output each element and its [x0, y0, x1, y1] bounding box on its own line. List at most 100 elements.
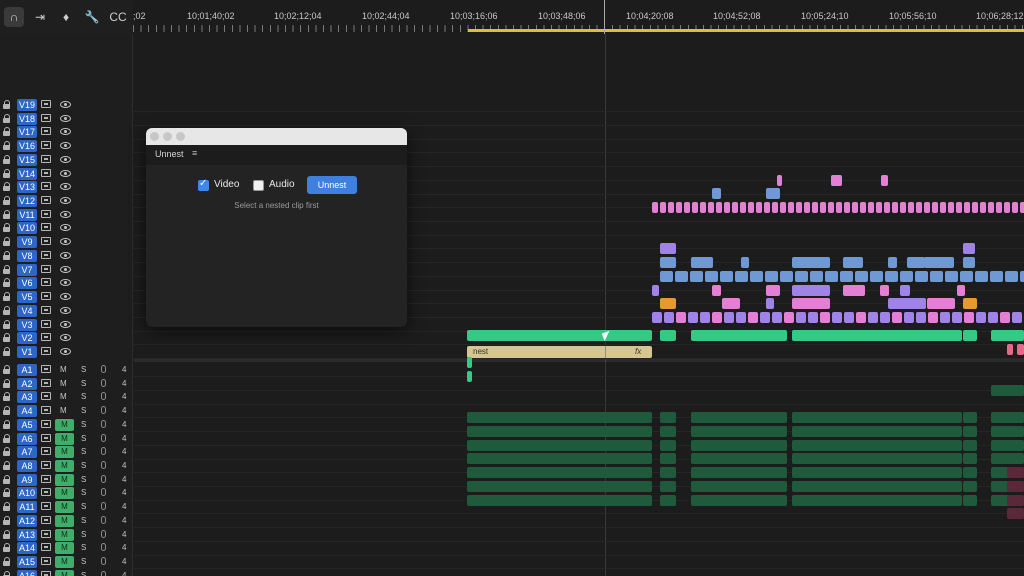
microphone-icon[interactable] — [101, 488, 106, 497]
timeline-clip[interactable] — [660, 467, 676, 479]
timeline-clip[interactable] — [748, 202, 754, 214]
timeline-clip[interactable] — [691, 257, 713, 269]
timeline-clip[interactable] — [870, 270, 883, 282]
timeline-clip[interactable] — [843, 284, 865, 296]
timeline-clip[interactable] — [1007, 343, 1013, 355]
timeline-clip[interactable] — [676, 311, 686, 323]
timeline-clip[interactable] — [792, 494, 962, 506]
lock-icon[interactable] — [3, 474, 11, 484]
eye-icon[interactable] — [60, 306, 71, 314]
lock-icon[interactable] — [3, 570, 11, 576]
track-target-label[interactable]: A4 — [17, 405, 37, 418]
track-target-label[interactable]: V19 — [17, 99, 37, 111]
sync-lock-icon[interactable] — [41, 292, 51, 301]
track-target-label[interactable]: A8 — [17, 460, 37, 473]
eye-icon[interactable] — [60, 155, 71, 163]
sync-lock-icon[interactable] — [41, 237, 51, 246]
timeline-clip[interactable] — [467, 357, 472, 369]
timeline-clip[interactable] — [876, 202, 882, 214]
lock-icon[interactable] — [3, 447, 11, 457]
solo-track-button[interactable]: S — [81, 364, 86, 376]
timeline-clip[interactable] — [467, 330, 652, 341]
sync-lock-icon[interactable] — [41, 113, 51, 122]
microphone-icon[interactable] — [101, 474, 106, 483]
timeline-clip[interactable] — [691, 453, 787, 465]
microphone-icon[interactable] — [101, 419, 106, 428]
timeline-clip[interactable] — [900, 270, 913, 282]
eye-icon[interactable] — [60, 293, 71, 301]
sync-lock-icon[interactable] — [41, 305, 51, 314]
solo-track-button[interactable]: S — [81, 515, 86, 527]
lock-icon[interactable] — [3, 182, 11, 192]
timeline-clip[interactable] — [930, 270, 943, 282]
timeline-clip[interactable] — [700, 311, 710, 323]
timeline-clip[interactable] — [964, 311, 974, 323]
panel-title[interactable]: Unnest — [155, 149, 184, 159]
track-target-label[interactable]: A2 — [17, 377, 37, 390]
timeline-clip[interactable] — [991, 412, 1024, 424]
sync-lock-icon[interactable] — [41, 278, 51, 287]
timeline-clip[interactable] — [724, 311, 734, 323]
timeline-clip[interactable] — [691, 439, 787, 451]
timeline-clip[interactable] — [908, 202, 914, 214]
linked-selection-icon[interactable]: ⇥ — [30, 7, 50, 27]
timeline-clip[interactable] — [692, 202, 698, 214]
timeline-clip[interactable] — [467, 426, 652, 438]
timeline-clip[interactable] — [691, 426, 787, 438]
microphone-icon[interactable] — [101, 515, 106, 524]
microphone-icon[interactable] — [101, 365, 106, 373]
timeline-clip[interactable] — [990, 270, 1003, 282]
timeline-clip[interactable] — [892, 202, 898, 214]
sync-lock-icon[interactable] — [41, 406, 51, 415]
timeline-clip[interactable] — [991, 384, 1024, 396]
timeline-clip[interactable] — [932, 202, 938, 214]
sync-lock-icon[interactable] — [41, 264, 51, 273]
timeline-clip[interactable] — [676, 202, 682, 214]
timeline-clip[interactable] — [843, 257, 863, 269]
panel-titlebar[interactable] — [146, 128, 407, 145]
timeline-clip[interactable] — [836, 202, 842, 214]
lock-icon[interactable] — [3, 543, 11, 553]
timeline-clip[interactable] — [924, 202, 930, 214]
hamburger-menu-icon[interactable]: ≡ — [192, 148, 197, 158]
track-target-label[interactable]: A12 — [17, 514, 37, 527]
timeline-clip[interactable] — [928, 311, 938, 323]
eye-icon[interactable] — [60, 169, 71, 177]
solo-track-button[interactable]: S — [81, 474, 86, 486]
eye-icon[interactable] — [60, 251, 71, 259]
timeline-clip[interactable] — [868, 311, 878, 323]
timeline-clip[interactable] — [467, 439, 652, 451]
timeline-clip[interactable] — [756, 202, 762, 214]
sync-lock-icon[interactable] — [41, 168, 51, 177]
timeline-clip[interactable] — [652, 311, 662, 323]
track-target-label[interactable]: V6 — [17, 277, 37, 290]
track-target-label[interactable]: V9 — [17, 236, 37, 249]
timeline-clip[interactable] — [900, 202, 906, 214]
track-target-label[interactable]: V10 — [17, 222, 37, 235]
timeline-clip[interactable] — [690, 270, 703, 282]
microphone-icon[interactable] — [101, 529, 106, 538]
lock-icon[interactable] — [3, 250, 11, 260]
mute-track-button[interactable]: M — [55, 473, 74, 486]
timeline-clip[interactable] — [722, 298, 740, 310]
sync-lock-icon[interactable] — [41, 333, 51, 342]
mute-track-button[interactable]: M — [55, 446, 74, 459]
timeline-clip[interactable] — [777, 174, 782, 186]
timeline-clip[interactable] — [720, 270, 733, 282]
timeline-clip[interactable] — [467, 453, 652, 465]
timeline-clip[interactable] — [668, 202, 674, 214]
timeline-clip[interactable] — [991, 439, 1024, 451]
timeline-clip[interactable] — [964, 202, 970, 214]
sync-lock-icon[interactable] — [41, 182, 51, 191]
timeline-clip[interactable] — [740, 202, 746, 214]
timeline-clip[interactable] — [467, 494, 652, 506]
track-target-label[interactable]: A1 — [17, 364, 37, 376]
timeline-clip[interactable] — [888, 298, 926, 310]
lock-icon[interactable] — [3, 223, 11, 233]
timeline-clip[interactable] — [880, 311, 890, 323]
in-out-range-bar[interactable] — [468, 29, 1024, 32]
timeline-clip[interactable] — [766, 284, 780, 296]
timeline-clip[interactable] — [963, 412, 977, 424]
timeline-clip[interactable] — [976, 311, 986, 323]
timeline-clip[interactable] — [792, 330, 962, 341]
